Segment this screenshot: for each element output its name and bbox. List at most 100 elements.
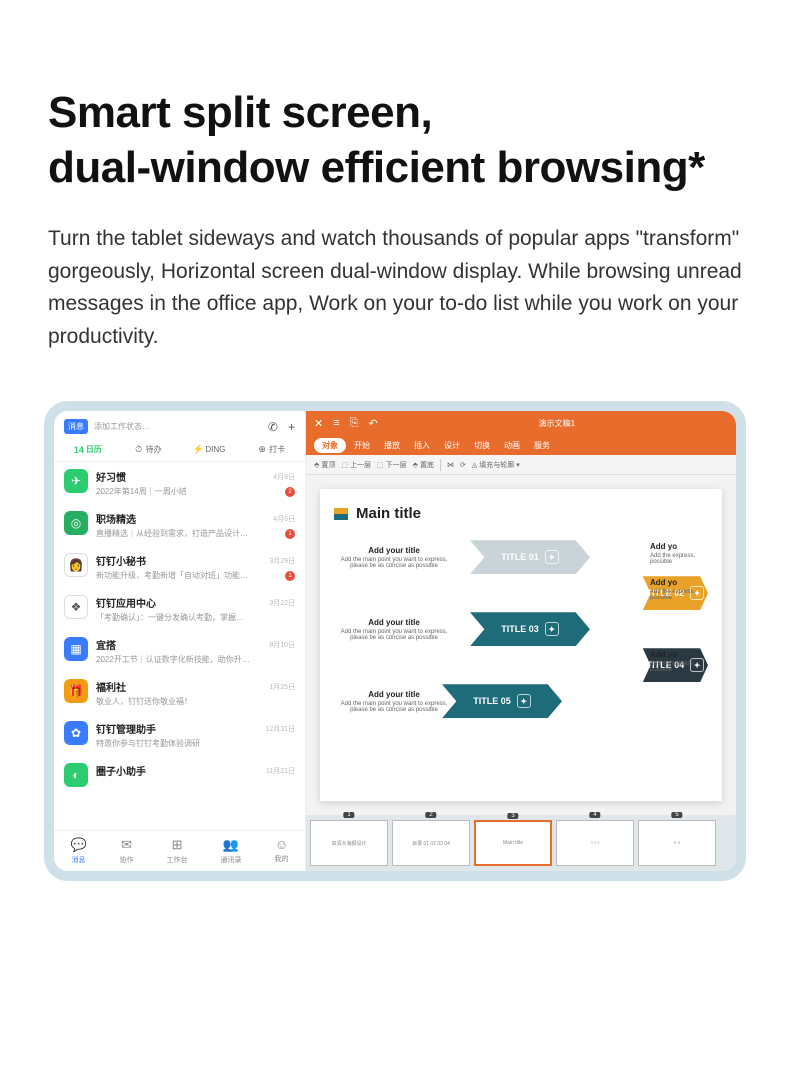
item-time: 1月25日 [269, 682, 295, 692]
tool-icon: ⟳ [460, 461, 466, 469]
nav-item[interactable]: 👥通讯录 [221, 837, 242, 865]
arrow-caption[interactable]: Add your title Add the main point you wa… [334, 546, 454, 569]
toolbar-button[interactable]: ⬘ 置底 [413, 460, 434, 470]
nav-item[interactable]: ✉协作 [120, 837, 134, 865]
slide-thumbnail[interactable]: 4○○○ [556, 820, 634, 866]
tool-icon: ⋈ [447, 461, 454, 469]
menu-item[interactable]: 切换 [468, 438, 496, 453]
tool-icon: ⬚ [377, 461, 384, 469]
filter-tab[interactable]: 14日历 [74, 444, 102, 455]
unread-badge: 1 [285, 529, 295, 539]
item-subtitle: 特邀你参与钉钉考勤体验调研 [96, 738, 200, 749]
menu-icon[interactable]: ≡ [333, 417, 339, 429]
list-item[interactable]: ✿ 钉钉管理助手 12月31日 特邀你参与钉钉考勤体验调研 [54, 714, 305, 756]
arrow-shape[interactable]: TITLE 03✦ [470, 612, 590, 646]
slide-thumbnail[interactable]: 3Main title [474, 820, 552, 866]
item-time: 8月10日 [269, 640, 295, 650]
undo-icon[interactable]: ↶ [368, 417, 377, 430]
arrow-caption[interactable]: Add your title Add the main point you wa… [334, 690, 454, 713]
arrow-shape[interactable]: TITLE 01✦ [470, 540, 590, 574]
arrow-side-caption[interactable]: Add yoAdd the express, possible [650, 650, 710, 673]
item-time: 3月29日 [269, 556, 295, 566]
menu-item[interactable]: 播放 [378, 438, 406, 453]
item-time: 4月6日 [273, 514, 295, 524]
avatar-icon: ▦ [64, 637, 88, 661]
slide-main-title[interactable]: Main title [356, 505, 421, 522]
nav-item[interactable]: 💬消息 [70, 837, 86, 865]
slide-canvas[interactable]: Main title Add your title Add the main p… [306, 475, 736, 815]
toolbar-button[interactable]: ◬ 填充与轮廓 ▾ [472, 460, 520, 470]
left-app-header: 消息 添加工作状态… ✆ + [54, 411, 305, 438]
close-icon[interactable]: ✕ [314, 417, 323, 430]
slide-thumbnail[interactable]: 2目录 01 02 03 04 [392, 820, 470, 866]
list-item[interactable]: 🎁 福利社 1月25日 敬业人，钉钉送你敬业福！ [54, 672, 305, 714]
thumb-number: 2 [425, 812, 436, 818]
item-time: 11月21日 [266, 766, 295, 776]
menu-item[interactable]: 对象 [314, 438, 346, 453]
menu-item[interactable]: 设计 [438, 438, 466, 453]
item-name: 职场精选 [96, 511, 136, 526]
unread-badge: 1 [285, 571, 295, 581]
plus-icon[interactable]: + [288, 420, 295, 434]
toolbar-button[interactable]: ⟳ [460, 461, 466, 469]
avatar-icon: ✈ [64, 469, 88, 493]
list-item[interactable]: ❖ 钉钉应用中心 3月22日 「考勤确认」：一键分发确认考勤，掌握确认状… [54, 588, 305, 630]
nav-icon: 💬 [70, 837, 86, 853]
toolbar-button[interactable]: ⬚ 上一层 [341, 460, 371, 470]
toolbar-button[interactable]: ⬚ 下一层 [377, 460, 407, 470]
avatar-icon: ❖ [64, 595, 88, 619]
phone-icon[interactable]: ✆ [268, 420, 278, 434]
item-subtitle: 新功能升级，考勤新增「自动对班」功能，打… [96, 570, 251, 581]
item-subtitle: 敬业人，钉钉送你敬业福！ [96, 696, 192, 707]
item-name: 宜搭 [96, 637, 116, 652]
thumb-number: 4 [589, 812, 600, 818]
slide-thumbnail[interactable]: 1高清大海报设计 [310, 820, 388, 866]
item-subtitle: 「考勤确认」：一键分发确认考勤，掌握确认状… [96, 612, 251, 623]
nav-icon: ✉ [121, 837, 132, 853]
slide-thumbnail[interactable]: 5◐◑ [638, 820, 716, 866]
left-app-pane: 消息 添加工作状态… ✆ + 14日历 ⏱待办 ⚡DING ⊕打卡 ✈ 好习惯 4月8… [54, 411, 306, 871]
menu-item[interactable]: 服务 [528, 438, 556, 453]
app-badge: 消息 [64, 419, 88, 434]
left-app-tabs: 14日历 ⏱待办 ⚡DING ⊕打卡 [54, 438, 305, 462]
toolbar-button[interactable]: ⬘ 置顶 [314, 460, 335, 470]
arrow-diagram[interactable]: Add your title Add the main point you wa… [334, 540, 708, 750]
nav-item[interactable]: ☺我的 [274, 837, 288, 865]
bottom-nav: 💬消息 ✉协作 ⊞工作台 👥通讯录 ☺我的 [54, 830, 305, 871]
nav-item[interactable]: ⊞工作台 [167, 837, 188, 865]
filter-tab[interactable]: ⊕打卡 [257, 444, 285, 455]
avatar-icon: ✿ [64, 721, 88, 745]
list-item[interactable]: ◐ 圈子小助手 11月21日 [54, 756, 305, 794]
item-time: 12月31日 [265, 724, 295, 734]
chat-list[interactable]: ✈ 好习惯 4月8日 2022年第14周｜一周小结 2 ◎ 职场精选 4月6日 … [54, 462, 305, 830]
item-name: 钉钉应用中心 [96, 595, 156, 610]
menu-bar: 对象开始播放插入设计切换动画服务 [306, 435, 736, 455]
arrow-side-caption[interactable]: Add yoAdd the express, possible [650, 542, 710, 565]
save-icon[interactable]: ⎘ [350, 417, 359, 430]
tool-icon: ⬘ [314, 461, 319, 469]
list-item[interactable]: ◎ 职场精选 4月6日 直播精选｜从经验到需求，打造产品设计思路 1 [54, 504, 305, 546]
nav-icon: ☺ [275, 837, 288, 852]
status-text[interactable]: 添加工作状态… [94, 421, 262, 432]
arrow-shape[interactable]: TITLE 05✦ [442, 684, 562, 718]
item-subtitle: 2022年第14周｜一周小结 [96, 486, 187, 497]
list-item[interactable]: ✈ 好习惯 4月8日 2022年第14周｜一周小结 2 [54, 462, 305, 504]
arrow-caption[interactable]: Add your title Add the main point you wa… [334, 618, 454, 641]
menu-item[interactable]: 动画 [498, 438, 526, 453]
filter-tab[interactable]: ⏱待办 [134, 444, 162, 455]
toolbar-button[interactable]: ⋈ [447, 461, 454, 469]
list-item[interactable]: ▦ 宜搭 8月10日 2022开工节｜认证数字化新技能，助你升职加薪>> [54, 630, 305, 672]
filter-tab[interactable]: ⚡DING [193, 444, 225, 455]
slide[interactable]: Main title Add your title Add the main p… [320, 489, 722, 801]
arrow-side-caption[interactable]: Add yoAdd the express, possible [650, 578, 710, 601]
item-name: 钉钉小秘书 [96, 553, 146, 568]
avatar-icon: ◐ [64, 763, 88, 787]
avatar-icon: 👩 [64, 553, 88, 577]
menu-item[interactable]: 插入 [408, 438, 436, 453]
list-item[interactable]: 👩 钉钉小秘书 3月29日 新功能升级，考勤新增「自动对班」功能，打… 1 [54, 546, 305, 588]
nav-icon: 👥 [223, 837, 239, 853]
thumb-number: 3 [507, 813, 518, 819]
item-name: 圈子小助手 [96, 763, 146, 778]
tablet-mockup: 消息 添加工作状态… ✆ + 14日历 ⏱待办 ⚡DING ⊕打卡 ✈ 好习惯 4月8… [44, 401, 746, 881]
menu-item[interactable]: 开始 [348, 438, 376, 453]
